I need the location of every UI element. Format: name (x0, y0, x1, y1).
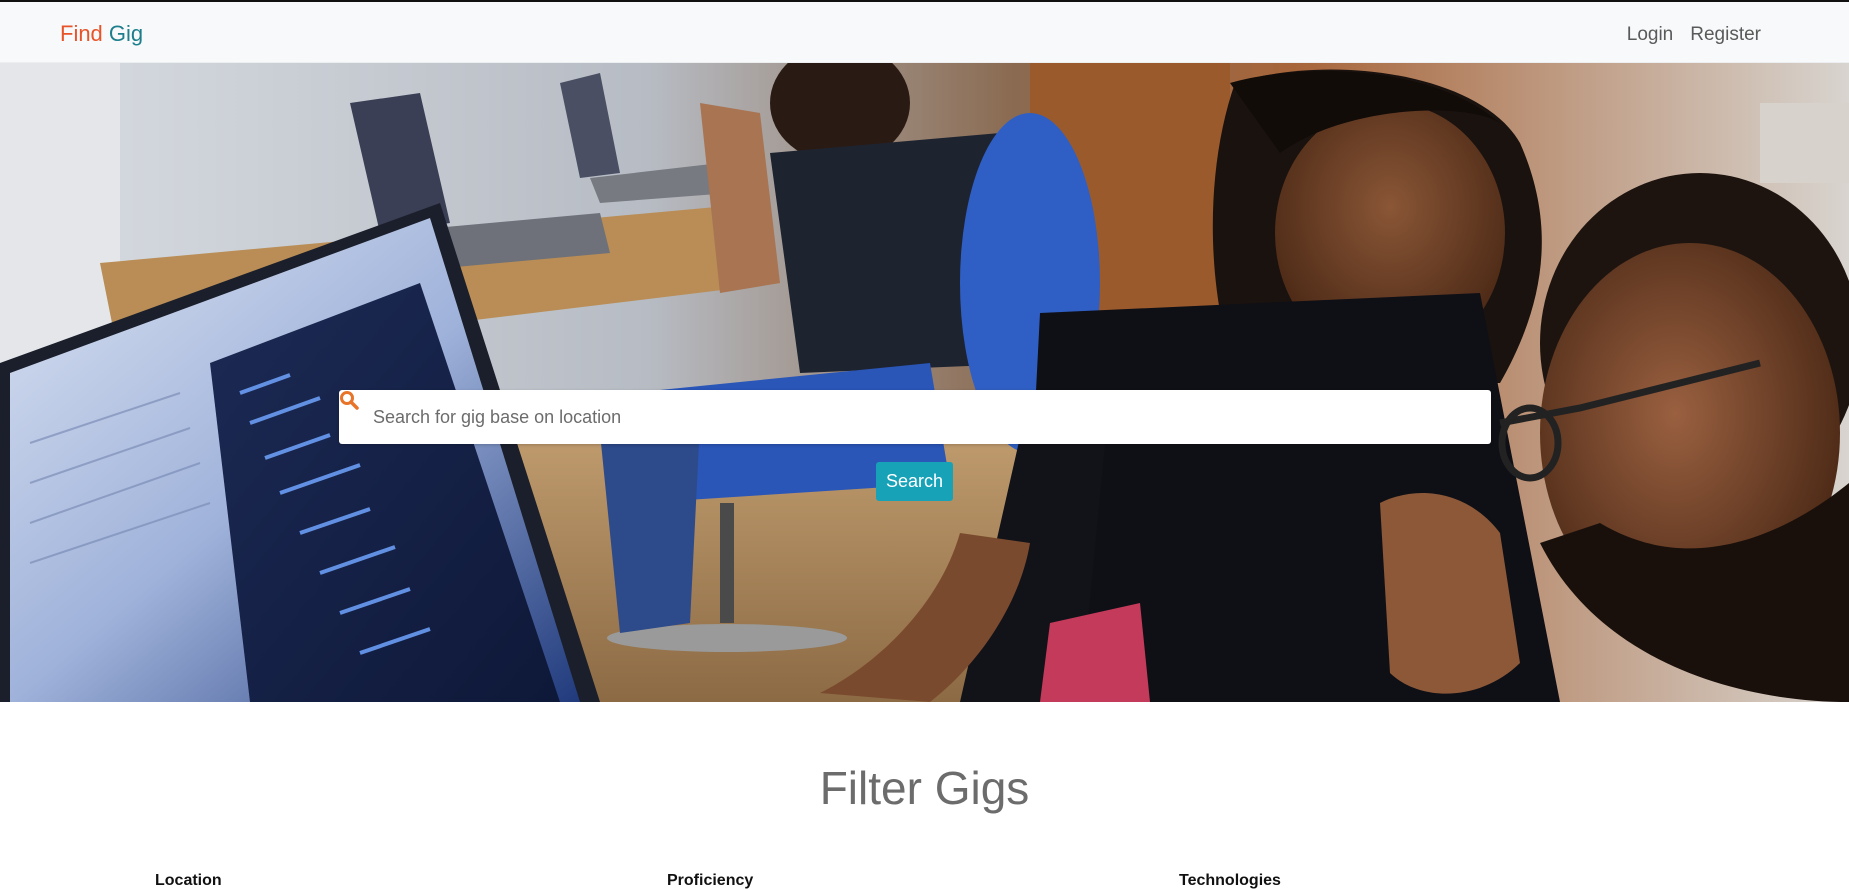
proficiency-filter-label: Proficiency (667, 872, 754, 889)
location-search-input[interactable] (373, 390, 1483, 444)
brand-gig-text: Gig (108, 21, 144, 46)
search-button[interactable]: Search (876, 462, 953, 501)
technologies-filter-label: Technologies (1179, 872, 1281, 889)
hero-background-photo (0, 63, 1849, 702)
brand-find-text: Find (60, 21, 103, 46)
search-icon (340, 391, 359, 410)
nav-links: Login Register (1627, 23, 1761, 47)
location-search-box (339, 390, 1491, 444)
hero-section: Search (0, 63, 1849, 702)
location-filter-label: Location (155, 872, 222, 889)
brand-logo[interactable]: Find Gig (60, 21, 143, 47)
filter-gigs-heading: Filter Gigs (819, 762, 1030, 814)
login-link[interactable]: Login (1627, 23, 1674, 47)
top-navbar: Find Gig Login Register (0, 2, 1849, 63)
register-link[interactable]: Register (1690, 23, 1761, 47)
